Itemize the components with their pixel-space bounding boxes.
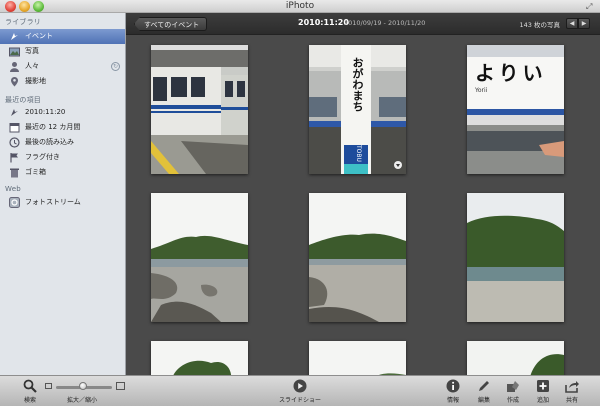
faces-icon xyxy=(10,62,19,72)
zoom-control: 拡大／縮小 xyxy=(62,395,102,404)
title-bar: iPhoto ⤢ xyxy=(0,0,600,13)
sidebar-item-places[interactable]: 撮影地 xyxy=(0,74,125,89)
photostream-icon xyxy=(9,197,20,208)
previous-event-button[interactable]: ◀ xyxy=(566,18,578,29)
search-icon xyxy=(23,379,37,393)
station-sign-text: おがわまち xyxy=(351,57,364,112)
sidebar-item-label: フォトストリーム xyxy=(25,198,81,206)
slideshow-button[interactable]: スライドショー xyxy=(270,379,330,404)
trees-photo-image xyxy=(151,341,248,375)
photo-thumbnail[interactable] xyxy=(151,45,248,174)
iphoto-window: iPhoto ⤢ ライブラリ イベント 写真 人々 ↻ 撮影地 最近の項目 20… xyxy=(0,0,600,406)
library-header: ライブラリ xyxy=(5,18,41,26)
search-label: 検索 xyxy=(23,397,36,404)
sidebar-item-recent-event[interactable]: 2010:11:20 xyxy=(0,105,125,120)
sidebar-item-label: 撮影地 xyxy=(25,77,46,85)
events-icon xyxy=(11,33,18,40)
station-sign2-subtext: Yorii xyxy=(475,87,488,94)
zoom-slider-handle[interactable] xyxy=(79,382,87,390)
event-icon xyxy=(11,109,18,116)
share-label: 共有 xyxy=(565,397,578,404)
event-title: 2010:11:20 xyxy=(298,18,349,27)
edit-button[interactable]: 編集 xyxy=(474,379,494,404)
calendar-icon xyxy=(9,123,20,133)
photo-thumbnail[interactable]: よりい Yorii xyxy=(467,45,564,174)
station-sign2-text: よりい xyxy=(475,61,547,85)
all-events-button[interactable]: すべてのイベント xyxy=(134,17,208,31)
sidebar-item-photos[interactable]: 写真 xyxy=(0,44,125,59)
photos-icon xyxy=(9,47,20,57)
sidebar-item-label: フラグ付き xyxy=(25,153,60,161)
add-label: 追加 xyxy=(536,397,549,404)
sidebar-item-label: 2010:11:20 xyxy=(25,108,66,116)
zoom-label: 拡大／縮小 xyxy=(66,397,97,404)
train-photo-image xyxy=(151,45,248,174)
places-icon xyxy=(11,77,18,87)
sidebar-item-label: 最後の読み込み xyxy=(25,138,74,146)
create-button[interactable]: 作成 xyxy=(503,379,523,404)
photo-thumbnail[interactable] xyxy=(467,193,564,322)
photo-browser: すべてのイベント 2010:11:20 2010/09/19 - 2010/11… xyxy=(126,13,600,375)
sidebar-item-label: ゴミ箱 xyxy=(25,168,46,176)
sidebar-item-last-import[interactable]: 最後の読み込み xyxy=(0,135,125,150)
sky-photo-image xyxy=(309,341,406,375)
flag-icon xyxy=(10,153,18,163)
web-header: Web xyxy=(5,185,21,193)
sidebar-item-last-12-months[interactable]: 最近の 12 カ月間 xyxy=(0,120,125,135)
river-cliff-photo-image xyxy=(467,193,564,322)
create-icon xyxy=(507,381,519,392)
play-icon xyxy=(293,379,307,393)
recent-header: 最近の項目 xyxy=(5,96,41,104)
share-button[interactable]: 共有 xyxy=(562,379,582,404)
event-toolbar: すべてのイベント 2010:11:20 2010/09/19 - 2010/11… xyxy=(126,13,600,35)
event-date-range: 2010/09/19 - 2010/11/20 xyxy=(344,19,426,27)
sidebar-item-label: イベント xyxy=(25,32,53,40)
info-icon xyxy=(446,379,460,393)
sidebar-item-photostream[interactable]: フォトストリーム xyxy=(0,195,125,210)
fullscreen-icon[interactable]: ⤢ xyxy=(586,2,595,11)
photo-thumbnail[interactable] xyxy=(309,193,406,322)
sync-icon[interactable]: ↻ xyxy=(111,62,120,71)
info-button[interactable]: 情報 xyxy=(443,379,463,404)
pencil-icon xyxy=(479,381,489,391)
sidebar-item-events[interactable]: イベント xyxy=(0,29,125,44)
photo-thumbnail[interactable]: おがわまち TOBU xyxy=(309,45,406,174)
last-import-icon xyxy=(9,137,20,148)
create-label: 作成 xyxy=(506,397,519,404)
sidebar-item-label: 最近の 12 カ月間 xyxy=(25,123,81,131)
tree-top-photo-image xyxy=(467,341,564,375)
sidebar: ライブラリ イベント 写真 人々 ↻ 撮影地 最近の項目 2010:11:20 … xyxy=(0,13,126,375)
riverbank-photo-image xyxy=(309,193,406,322)
next-event-button[interactable]: ▶ xyxy=(578,18,590,29)
photo-thumbnail[interactable] xyxy=(467,341,564,375)
sidebar-item-flagged[interactable]: フラグ付き xyxy=(0,150,125,165)
photo-thumbnail[interactable] xyxy=(151,341,248,375)
sidebar-item-label: 写真 xyxy=(25,47,39,55)
info-label: 情報 xyxy=(446,397,459,404)
bottom-toolbar: 検索 拡大／縮小 スライドショー 情報 編集 作成 追加 共有 xyxy=(0,375,600,406)
slideshow-label: スライドショー xyxy=(278,397,321,404)
share-icon xyxy=(565,381,579,393)
search-button[interactable]: 検索 xyxy=(20,379,40,404)
trash-icon xyxy=(10,168,19,178)
zoom-large-icon xyxy=(116,382,125,390)
zoom-small-icon xyxy=(45,383,52,389)
add-button[interactable]: 追加 xyxy=(533,379,553,404)
edit-label: 編集 xyxy=(477,397,490,404)
sidebar-item-label: 人々 xyxy=(25,62,39,70)
river-rocks-photo-image xyxy=(151,193,248,322)
photo-count: 143 枚の写真 xyxy=(519,21,560,29)
photo-thumbnail[interactable] xyxy=(309,341,406,375)
photo-thumbnail[interactable] xyxy=(151,193,248,322)
sidebar-item-trash[interactable]: ゴミ箱 xyxy=(0,165,125,180)
station-sign-subtext: TOBU xyxy=(355,145,362,162)
sidebar-item-faces[interactable]: 人々 ↻ xyxy=(0,59,125,74)
add-icon xyxy=(537,380,549,392)
window-title: iPhoto xyxy=(285,1,315,11)
